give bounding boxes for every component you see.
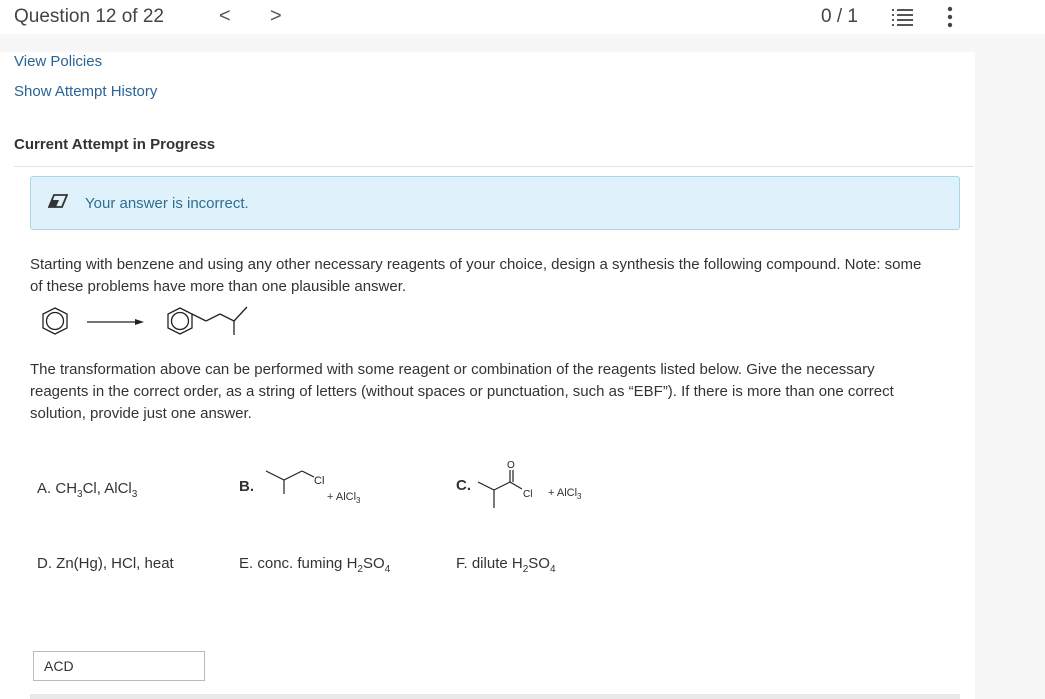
instruction-line: solution, provide just one answer.	[30, 405, 252, 422]
more-vertical-icon[interactable]	[944, 5, 956, 29]
question-line: Starting with benzene and using any othe…	[30, 256, 922, 273]
reaction-arrow	[87, 319, 144, 325]
option-b-structure: Cl	[265, 470, 324, 494]
view-policies-link[interactable]: View Policies	[14, 53, 102, 70]
next-question-button[interactable]: >	[270, 6, 282, 26]
instruction-line: The transformation above can be performe…	[30, 361, 875, 378]
chlorine-label: Cl	[314, 475, 324, 487]
feedback-text: Your answer is incorrect.	[85, 195, 249, 212]
question-prompt: Starting with benzene and using any othe…	[30, 254, 955, 298]
option-f: F. dilute H2SO4	[456, 555, 556, 575]
option-letter: F.	[456, 555, 468, 572]
option-d: D. Zn(Hg), HCl, heat	[37, 555, 174, 572]
benzene-structure	[42, 307, 68, 335]
question-counter: Question 12 of 22	[14, 6, 164, 27]
option-e: E. conc. fuming H2SO4	[239, 555, 391, 575]
product-structure	[167, 306, 248, 335]
instructions: The transformation above can be performe…	[30, 359, 955, 425]
option-letter: D.	[37, 555, 52, 572]
feedback-banner: Your answer is incorrect.	[30, 176, 960, 230]
attempt-heading: Current Attempt in Progress	[14, 136, 216, 153]
chlorine-label: Cl	[523, 489, 532, 500]
option-c-letter: C.	[456, 477, 471, 494]
option-letter: A.	[37, 480, 52, 497]
divider	[14, 166, 974, 167]
bottom-divider	[30, 694, 960, 699]
option-letter: E.	[239, 555, 254, 572]
score: 0 / 1	[821, 6, 858, 27]
reaction-scheme	[42, 306, 248, 335]
top-bar: Question 12 of 22 < > 0 / 1	[0, 0, 1045, 34]
oxygen-label: O	[507, 460, 515, 471]
option-a: A. CH3Cl, AlCl3	[37, 480, 138, 500]
question-line: of these problems have more than one pla…	[30, 278, 407, 295]
option-b-letter: B.	[239, 478, 254, 495]
eraser-icon	[48, 194, 68, 208]
previous-question-button[interactable]: <	[219, 6, 231, 26]
option-c-structure: O Cl	[477, 460, 532, 508]
list-numbered-icon[interactable]	[892, 7, 914, 27]
instruction-line: reagents in the correct order, as a stri…	[30, 383, 894, 400]
show-attempt-history-link[interactable]: Show Attempt History	[14, 83, 157, 100]
option-c-reagent: + AlCl3	[548, 487, 582, 502]
option-b-reagent: + AlCl3	[327, 491, 361, 506]
answer-input[interactable]	[33, 651, 205, 681]
